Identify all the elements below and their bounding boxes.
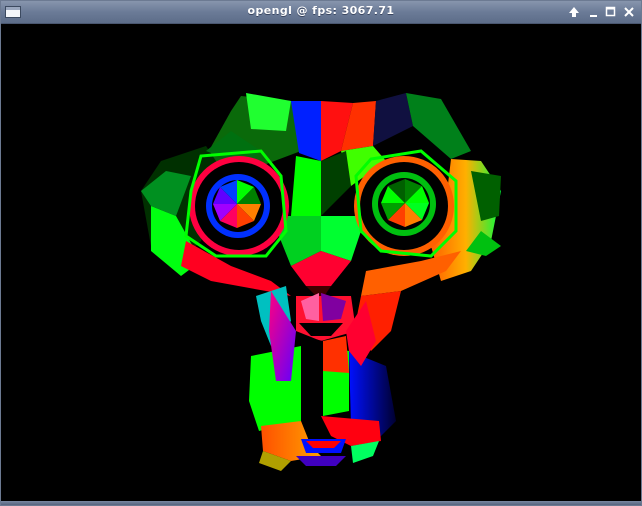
window-title: opengl @ fps: 3067.71 [247,4,395,17]
opengl-viewport[interactable] [1,24,641,501]
window-bottom-border[interactable] [1,501,641,505]
up-arrow-icon[interactable] [567,5,581,19]
suzanne-monkey-head-icon [141,93,501,471]
title-bar[interactable]: opengl @ fps: 3067.71 [1,1,641,24]
maximize-icon[interactable] [604,5,618,19]
app-window: opengl @ fps: 3067.71 [0,0,642,506]
minimize-icon[interactable] [587,5,601,19]
close-icon[interactable] [622,5,636,19]
